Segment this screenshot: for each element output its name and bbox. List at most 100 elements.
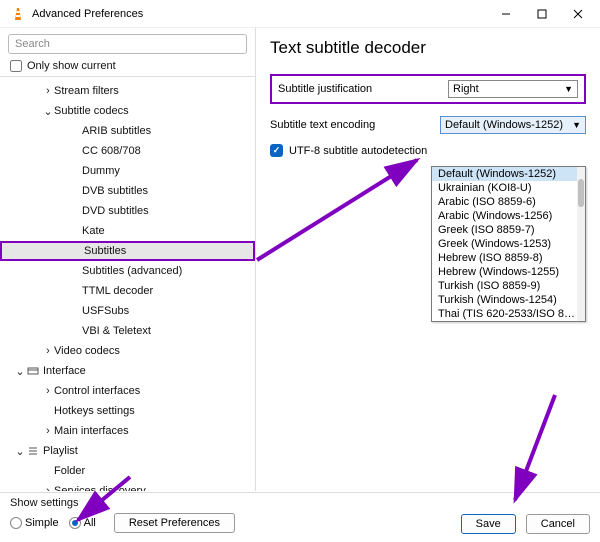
- tree-item-label: Control interfaces: [54, 385, 140, 397]
- title-bar: Advanced Preferences: [0, 0, 600, 28]
- checkbox-checked-icon: [270, 144, 283, 157]
- encoding-option[interactable]: Hebrew (ISO 8859-8): [432, 251, 585, 265]
- reset-preferences-button[interactable]: Reset Preferences: [114, 513, 235, 533]
- search-input[interactable]: Search: [8, 34, 247, 54]
- tree-item[interactable]: ›Main interfaces: [0, 421, 255, 441]
- encoding-option[interactable]: Default (Windows-1252): [432, 167, 585, 181]
- tree-item-label: Subtitle codecs: [54, 105, 129, 117]
- encoding-option[interactable]: Ukrainian (KOI8-U): [432, 181, 585, 195]
- cancel-button[interactable]: Cancel: [526, 514, 590, 534]
- tree-item[interactable]: DVD subtitles: [0, 201, 255, 221]
- chevron-right-icon[interactable]: ›: [42, 385, 54, 397]
- tree-item[interactable]: Dummy: [0, 161, 255, 181]
- tree-item-label: Subtitles (advanced): [82, 265, 182, 277]
- encoding-option[interactable]: Turkish (ISO 8859-9): [432, 279, 585, 293]
- tree-item[interactable]: Subtitles: [0, 241, 255, 261]
- tree-item-label: Hotkeys settings: [54, 405, 135, 417]
- chevron-right-icon[interactable]: ›: [42, 485, 54, 491]
- encoding-option[interactable]: Thai (TIS 620-2533/ISO 8859-11): [432, 307, 585, 321]
- tree-item[interactable]: USFSubs: [0, 301, 255, 321]
- chevron-right-icon[interactable]: ›: [42, 345, 54, 357]
- simple-label: Simple: [25, 517, 59, 529]
- tree-item[interactable]: VBI & Teletext: [0, 321, 255, 341]
- all-radio[interactable]: All: [69, 517, 96, 529]
- tree-item-label: ARIB subtitles: [82, 125, 151, 137]
- vlc-cone-icon: [10, 6, 26, 22]
- minimize-button[interactable]: [488, 3, 524, 25]
- tree-item[interactable]: ›Stream filters: [0, 81, 255, 101]
- encoding-value: Default (Windows-1252): [445, 119, 563, 131]
- settings-panel: Text subtitle decoder Subtitle justifica…: [256, 28, 600, 491]
- tree-item[interactable]: Folder: [0, 461, 255, 481]
- subtitle-justification-row: Subtitle justification Right ▼: [270, 74, 586, 104]
- dropdown-scrollbar[interactable]: [577, 167, 585, 321]
- panel-title: Text subtitle decoder: [270, 38, 586, 58]
- chevron-right-icon[interactable]: ›: [42, 425, 54, 437]
- save-button[interactable]: Save: [461, 514, 516, 534]
- interface-icon: [26, 364, 40, 378]
- encoding-dropdown-list[interactable]: Default (Windows-1252)Ukrainian (KOI8-U)…: [431, 166, 586, 322]
- only-show-current-box[interactable]: [10, 60, 22, 72]
- window-title: Advanced Preferences: [32, 8, 488, 20]
- encoding-option[interactable]: Greek (ISO 8859-7): [432, 223, 585, 237]
- tree-item-label: Interface: [43, 365, 86, 377]
- close-button[interactable]: [560, 3, 596, 25]
- maximize-button[interactable]: [524, 3, 560, 25]
- tree-item-label: Main interfaces: [54, 425, 129, 437]
- tree-item[interactable]: ›Services discovery: [0, 481, 255, 491]
- tree-item-label: Dummy: [82, 165, 120, 177]
- chevron-down-icon[interactable]: ⌄: [14, 445, 26, 458]
- chevron-right-icon[interactable]: ›: [42, 85, 54, 97]
- tree-item[interactable]: CC 608/708: [0, 141, 255, 161]
- all-label: All: [84, 517, 96, 529]
- tree-item[interactable]: ⌄Subtitle codecs: [0, 101, 255, 121]
- only-show-current-checkbox[interactable]: Only show current: [0, 58, 255, 76]
- encoding-option[interactable]: Arabic (ISO 8859-6): [432, 195, 585, 209]
- tree-item-label: VBI & Teletext: [82, 325, 151, 337]
- tree-item-label: Video codecs: [54, 345, 120, 357]
- encoding-option[interactable]: Turkish (Windows-1254): [432, 293, 585, 307]
- tree-item[interactable]: ⌄ Interface: [0, 361, 255, 381]
- tree-item-label: Stream filters: [54, 85, 119, 97]
- preferences-tree[interactable]: ›Stream filters⌄Subtitle codecsARIB subt…: [0, 76, 255, 491]
- encoding-row: Subtitle text encoding Default (Windows-…: [270, 112, 586, 138]
- chevron-down-icon: ▼: [572, 120, 581, 130]
- show-settings-label: Show settings: [10, 497, 590, 509]
- encoding-option[interactable]: Hebrew (Windows-1255): [432, 265, 585, 279]
- chevron-down-icon[interactable]: ⌄: [42, 105, 54, 118]
- tree-item[interactable]: DVB subtitles: [0, 181, 255, 201]
- tree-item-label: Kate: [82, 225, 105, 237]
- tree-item[interactable]: ARIB subtitles: [0, 121, 255, 141]
- justification-dropdown[interactable]: Right ▼: [448, 80, 578, 98]
- encoding-option[interactable]: Arabic (Windows-1256): [432, 209, 585, 223]
- encoding-option[interactable]: Greek (Windows-1253): [432, 237, 585, 251]
- tree-item-label: TTML decoder: [82, 285, 153, 297]
- tree-item-label: USFSubs: [82, 305, 129, 317]
- scrollbar-thumb[interactable]: [578, 179, 584, 207]
- tree-item[interactable]: TTML decoder: [0, 281, 255, 301]
- justification-label: Subtitle justification: [278, 83, 448, 95]
- tree-item[interactable]: ›Control interfaces: [0, 381, 255, 401]
- left-panel: Search Only show current ›Stream filters…: [0, 28, 256, 491]
- simple-radio[interactable]: Simple: [10, 517, 59, 529]
- chevron-down-icon: ▼: [564, 84, 573, 94]
- tree-item[interactable]: Hotkeys settings: [0, 401, 255, 421]
- encoding-label: Subtitle text encoding: [270, 119, 440, 131]
- footer: Show settings Simple All Reset Preferenc…: [0, 492, 600, 542]
- tree-item[interactable]: ›Video codecs: [0, 341, 255, 361]
- tree-item-label: DVD subtitles: [82, 205, 149, 217]
- tree-item[interactable]: ⌄ Playlist: [0, 441, 255, 461]
- playlist-icon: [26, 444, 40, 458]
- tree-item-label: Subtitles: [84, 245, 126, 257]
- tree-item[interactable]: Kate: [0, 221, 255, 241]
- justification-value: Right: [453, 83, 479, 95]
- tree-item[interactable]: Subtitles (advanced): [0, 261, 255, 281]
- tree-item-label: Services discovery: [54, 485, 146, 491]
- tree-item-label: CC 608/708: [82, 145, 141, 157]
- tree-item-label: DVB subtitles: [82, 185, 148, 197]
- only-show-current-label: Only show current: [27, 60, 116, 72]
- chevron-down-icon[interactable]: ⌄: [14, 365, 26, 378]
- utf8-autodetect-checkbox[interactable]: UTF-8 subtitle autodetection: [270, 144, 586, 157]
- encoding-dropdown[interactable]: Default (Windows-1252) ▼: [440, 116, 586, 134]
- tree-item-label: Playlist: [43, 445, 78, 457]
